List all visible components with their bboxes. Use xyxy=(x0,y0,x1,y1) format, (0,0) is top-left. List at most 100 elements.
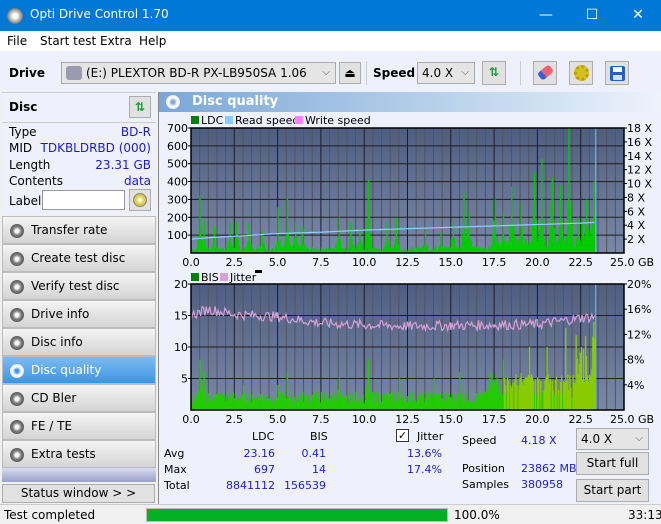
y-tick-right: 4% xyxy=(627,379,644,392)
disc-mid-label: MID xyxy=(9,141,33,155)
legend-write-speed: Write speed xyxy=(305,114,371,127)
nav-extra-tests[interactable]: Extra tests xyxy=(2,440,156,468)
jitter-label: Jitter xyxy=(417,430,444,443)
y-tick-right: 18 X xyxy=(627,122,652,135)
start-part-button[interactable]: Start part xyxy=(576,479,649,502)
nav-disc-info[interactable]: Disc info xyxy=(2,328,156,356)
x-tick-label: 22.5 xyxy=(568,256,593,269)
disc-length-value: 23.31 GB xyxy=(95,158,151,172)
stats-avg-jitter: 13.6% xyxy=(407,447,442,460)
nav-verify-test-disc[interactable]: Verify test disc xyxy=(2,272,156,300)
status-window-button[interactable]: Status window > > xyxy=(2,484,155,503)
nav-label: FE / TE xyxy=(31,419,73,433)
eject-button[interactable]: ⏏ xyxy=(339,62,361,84)
y-tick-left: 600 xyxy=(167,140,188,153)
nav-filler xyxy=(2,468,156,482)
x-tick-label: 0.0 xyxy=(182,413,200,426)
x-tick-label: 2.5 xyxy=(226,413,244,426)
x-tick-label: 22.5 xyxy=(568,413,593,426)
x-tick-label: 17.5 xyxy=(482,256,507,269)
legend-ldc: LDC xyxy=(201,114,224,127)
close-button[interactable]: ✕ xyxy=(615,0,661,31)
nav-cd-bler[interactable]: CD Bler xyxy=(2,384,156,412)
y-tick-right: 20% xyxy=(627,278,651,291)
nav-label: Disc quality xyxy=(31,363,102,377)
erase-button[interactable] xyxy=(533,61,557,85)
menu-start-test[interactable]: Start test xyxy=(40,34,96,48)
swap-arrows-icon: ⇅ xyxy=(134,100,146,114)
y-tick-right: 12 X xyxy=(627,164,652,177)
bis-chart: 20 15 10 5 20% 16% 12% 8% 4% 0.0 2.5 5.0 7.5 10.0 12.5… xyxy=(174,278,654,426)
stats-avg-label: Avg xyxy=(164,447,185,460)
disc-mid-value: TDKBLDRBD (000) xyxy=(40,141,152,155)
drive-select-value: (E:) PLEXTOR BD-R PX-LB950SA 1.06 xyxy=(86,66,307,80)
nav-label: Verify test disc xyxy=(31,279,120,293)
drive-icon xyxy=(66,66,82,80)
nav-drive-info[interactable]: Drive info xyxy=(2,300,156,328)
x-tick-label: 10.0 xyxy=(352,413,377,426)
menu-file[interactable]: File xyxy=(7,34,27,48)
menu-extra[interactable]: Extra xyxy=(100,34,132,48)
y-tick-left: 700 xyxy=(167,122,188,135)
jitter-checkbox[interactable]: ✓ xyxy=(396,429,409,442)
disc-label-input[interactable] xyxy=(42,190,125,210)
x-tick-label: 17.5 xyxy=(482,413,507,426)
y-tick-left: 100 xyxy=(167,229,188,242)
nav-transfer-rate[interactable]: Transfer rate xyxy=(2,216,156,244)
y-tick-right: 2 X xyxy=(627,233,645,246)
x-tick-label: 7.5 xyxy=(312,413,330,426)
x-tick-label: 0.0 xyxy=(182,256,200,269)
nav-disc-quality[interactable]: Disc quality xyxy=(2,356,156,384)
legend-bis: BIS xyxy=(201,271,219,284)
speed-select[interactable]: 4.0 X ⌵ xyxy=(417,62,475,84)
disc-contents-label: Contents xyxy=(9,174,63,188)
panel-header: Disc quality xyxy=(159,92,661,112)
disc-label-button[interactable] xyxy=(129,189,151,211)
x-tick-label: 5.0 xyxy=(269,413,287,426)
legend-swatch-bis xyxy=(191,273,199,281)
disc-refresh-button[interactable]: ⇅ xyxy=(129,96,151,118)
y-tick-right: 10 X xyxy=(627,178,652,191)
disc-icon xyxy=(10,392,24,406)
panel-title: Disc quality xyxy=(192,94,279,109)
test-speed-value: 4.0 X xyxy=(581,432,613,446)
disc-icon xyxy=(10,364,24,378)
disc-icon xyxy=(10,252,24,266)
status-bar: Test completed 100.0% 33:13 xyxy=(0,504,661,524)
disc-icon xyxy=(10,308,24,322)
nav-label: Extra tests xyxy=(31,447,96,461)
drive-select[interactable]: (E:) PLEXTOR BD-R PX-LB950SA 1.06 ⌵ xyxy=(61,62,336,84)
chevron-down-icon: ⌵ xyxy=(635,433,643,444)
y-tick-right: 14 X xyxy=(627,150,652,163)
y-tick-right: 16% xyxy=(627,303,651,316)
y-tick-right: 16 X xyxy=(627,136,652,149)
menu-help[interactable]: Help xyxy=(139,34,166,48)
swap-arrows-icon: ⇅ xyxy=(488,65,500,79)
legend-marker xyxy=(255,270,262,273)
settings-button[interactable] xyxy=(569,61,593,85)
nav-fe-te[interactable]: FE / TE xyxy=(2,412,156,440)
test-speed-select[interactable]: 4.0 X ⌵ xyxy=(576,428,649,450)
minimize-button[interactable]: — xyxy=(523,0,569,31)
elapsed-time: 33:13 xyxy=(628,508,661,522)
nav-label: Drive info xyxy=(31,307,90,321)
progress-text: 100.0% xyxy=(454,508,500,522)
disc-icon xyxy=(10,224,24,238)
chevron-down-icon: ⌵ xyxy=(461,67,469,78)
charts-area: LDC Read speed Write speed 700 600 500 400 3… xyxy=(167,114,654,426)
start-full-button[interactable]: Start full xyxy=(576,452,649,475)
y-tick-left: 200 xyxy=(167,211,188,224)
drive-label: Drive xyxy=(9,66,45,80)
ldc-chart: 700 600 500 400 300 200 100 18 X16 X14 X12 X10 … xyxy=(167,122,654,269)
y-tick-left: 5 xyxy=(181,373,188,386)
stats-total-bis: 156539 xyxy=(284,479,326,492)
position-value: 23862 MB xyxy=(521,462,577,475)
toolbar-divider xyxy=(366,61,367,85)
refresh-drive-button[interactable]: ⇅ xyxy=(482,61,506,85)
nav-create-test-disc[interactable]: Create test disc xyxy=(2,244,156,272)
position-label: Position xyxy=(462,462,505,475)
x-tick-label: 20.0 xyxy=(525,256,550,269)
maximize-button[interactable]: ☐ xyxy=(569,0,615,31)
y-tick-left: 500 xyxy=(167,158,188,171)
save-button[interactable] xyxy=(605,61,629,85)
